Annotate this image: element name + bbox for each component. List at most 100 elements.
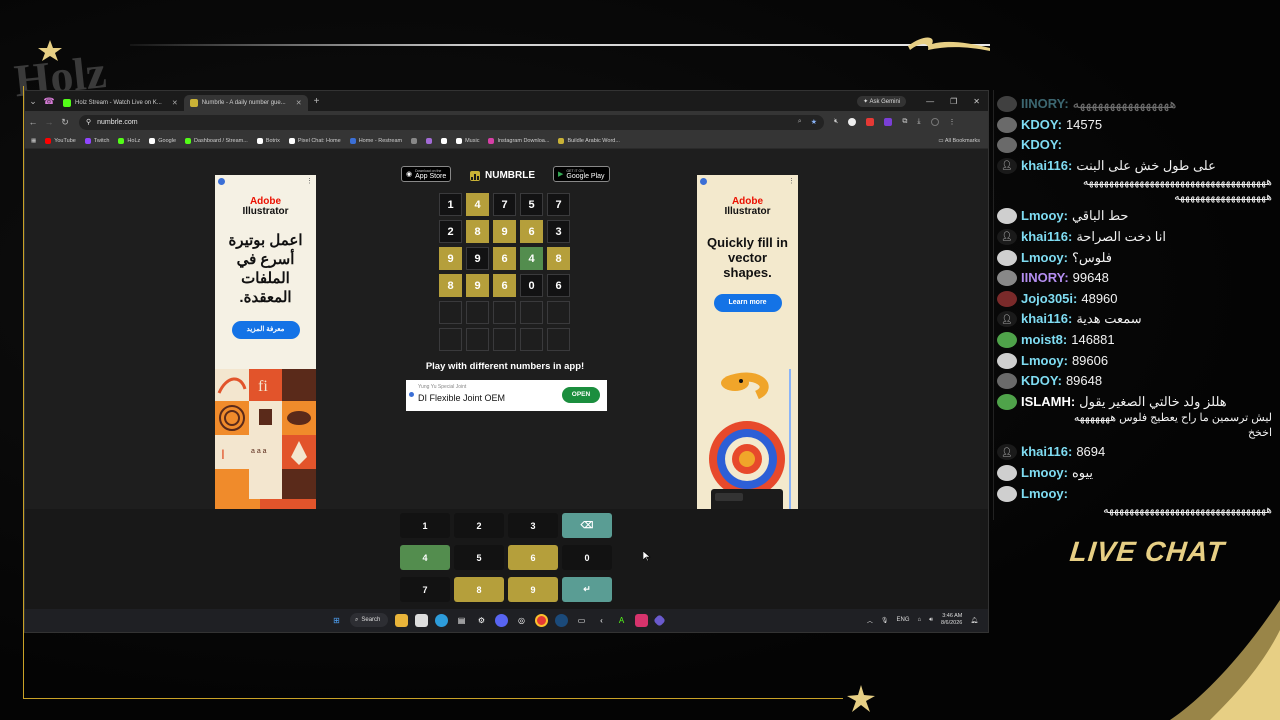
zoom-icon[interactable]: ⌕ bbox=[798, 118, 802, 126]
bookmark-item[interactable]: Music bbox=[456, 137, 479, 144]
ad-learn-more-button[interactable]: معرفة المزيد bbox=[231, 321, 300, 339]
new-tab-button[interactable]: + bbox=[314, 96, 320, 107]
chat-username[interactable]: Lmooy: bbox=[1021, 463, 1068, 482]
key-9[interactable]: 9 bbox=[508, 577, 558, 602]
backspace-key[interactable]: ⌫ bbox=[562, 513, 612, 538]
chat-username[interactable]: KDOY: bbox=[1021, 371, 1062, 390]
chat-username[interactable]: Jojo305i: bbox=[1021, 289, 1077, 308]
close-tab-icon[interactable]: ✕ bbox=[172, 99, 178, 107]
network-icon[interactable]: ⌂ bbox=[918, 617, 922, 623]
file-explorer-icon[interactable] bbox=[395, 613, 408, 627]
bookmark-item[interactable]: Google bbox=[149, 137, 176, 144]
bookmark-item[interactable]: YouTube bbox=[45, 137, 76, 144]
key-5[interactable]: 5 bbox=[454, 545, 504, 570]
ad-menu-icon[interactable]: ⋮ bbox=[788, 177, 795, 185]
ad-info-icon[interactable] bbox=[409, 392, 414, 397]
chat-username[interactable]: ISLAMH: bbox=[1021, 392, 1075, 411]
tray-overflow-icon[interactable]: ︿ bbox=[867, 616, 873, 625]
forward-icon[interactable]: → bbox=[41, 117, 57, 127]
app-icon[interactable]: A bbox=[615, 614, 628, 627]
discord-icon[interactable] bbox=[495, 613, 508, 627]
app-store-badge[interactable]: ◉ Download on the App Store bbox=[401, 166, 452, 182]
chat-username[interactable]: IINORY: bbox=[1021, 268, 1069, 287]
bookmark-star-icon[interactable]: ★ bbox=[811, 118, 817, 126]
key-1[interactable]: 1 bbox=[400, 513, 450, 538]
key-2[interactable]: 2 bbox=[454, 513, 504, 538]
bookmark-item[interactable]: Dashboard / Stream... bbox=[185, 137, 248, 144]
banner-ad[interactable]: Yung Yu Special Joint DI Flexible Joint … bbox=[406, 380, 607, 411]
windows-start-icon[interactable]: ⊞ bbox=[330, 614, 343, 627]
chat-username[interactable]: Lmooy: bbox=[1021, 206, 1068, 225]
reload-icon[interactable]: ↻ bbox=[57, 117, 73, 128]
edge-icon[interactable] bbox=[435, 613, 448, 627]
app-icon[interactable]: ‹ bbox=[595, 614, 608, 627]
chat-username[interactable]: KDOY: bbox=[1021, 135, 1062, 154]
notification-icon[interactable]: 🔔︎ bbox=[970, 617, 978, 624]
ask-gemini-button[interactable]: ✦ Ask Gemini bbox=[857, 95, 907, 107]
steam-icon[interactable] bbox=[555, 613, 568, 627]
all-bookmarks-button[interactable]: ▭ All Bookmarks bbox=[938, 138, 988, 144]
back-icon[interactable]: ← bbox=[25, 117, 41, 127]
chat-username[interactable]: khai116: bbox=[1021, 227, 1072, 246]
bookmark-item[interactable]: Pixel Chat: Home bbox=[288, 137, 341, 144]
address-bar[interactable]: ⚲ numbrle.com ⌕ ★ bbox=[79, 114, 824, 130]
taskbar-search[interactable]: ⌕ Search bbox=[350, 613, 388, 627]
tab-numbrle[interactable]: Numbrle - A daily number gue... ✕ bbox=[183, 94, 308, 111]
key-8[interactable]: 8 bbox=[454, 577, 504, 602]
close-window-icon[interactable]: ✕ bbox=[973, 97, 980, 106]
language-indicator[interactable]: ENG bbox=[897, 617, 910, 623]
profile-avatar[interactable] bbox=[930, 118, 939, 126]
app-icon[interactable]: ▭ bbox=[575, 614, 588, 627]
app-icon[interactable] bbox=[635, 613, 648, 627]
ad-menu-icon[interactable]: ⋮ bbox=[306, 177, 313, 185]
settings-gear-icon[interactable]: ⚙ bbox=[475, 614, 488, 627]
site-info-icon[interactable]: ⚲ bbox=[86, 118, 91, 126]
key-6[interactable]: 6 bbox=[508, 545, 558, 570]
bookmark-item[interactable]: Botrix bbox=[256, 137, 280, 144]
adchoices-icon[interactable] bbox=[218, 178, 225, 185]
restore-icon[interactable]: ❐ bbox=[950, 97, 957, 106]
bookmark-item[interactable]: Instagram Downloa... bbox=[488, 137, 549, 144]
clock[interactable]: 3:46 AM 8/6/2026 bbox=[941, 613, 962, 627]
key-3[interactable]: 3 bbox=[508, 513, 558, 538]
chat-username[interactable]: KDOY: bbox=[1021, 115, 1062, 134]
bookmark-item[interactable]: Home - Restream bbox=[349, 137, 402, 144]
app-icon[interactable]: ▤ bbox=[455, 614, 468, 627]
bookmark-item[interactable]: Twitch bbox=[84, 137, 109, 144]
extension-icon[interactable] bbox=[848, 118, 857, 126]
ad-learn-more-button[interactable]: Learn more bbox=[713, 294, 782, 312]
mute-icon[interactable]: 🔇︎ bbox=[834, 118, 838, 126]
minimize-icon[interactable]: — bbox=[926, 97, 934, 106]
volume-icon[interactable]: 🔊︎ bbox=[929, 617, 933, 624]
chat-username[interactable]: Lmooy: bbox=[1021, 248, 1068, 267]
key-0[interactable]: 0 bbox=[562, 545, 612, 570]
key-7[interactable]: 7 bbox=[400, 577, 450, 602]
chat-username[interactable]: khai116: bbox=[1021, 309, 1072, 328]
store-icon[interactable] bbox=[415, 613, 428, 627]
tab-search-icon[interactable]: ⌄ bbox=[25, 96, 41, 107]
extension-pin-icon[interactable]: ☎ bbox=[41, 96, 57, 107]
bookmark-item[interactable] bbox=[426, 137, 433, 144]
chat-username[interactable]: khai116: bbox=[1021, 156, 1072, 175]
bookmark-item[interactable] bbox=[411, 137, 418, 144]
extension-icon[interactable] bbox=[866, 118, 875, 126]
bookmark-item[interactable]: Buildle Arabic Word... bbox=[558, 137, 620, 144]
adobe-ad-left[interactable]: ⋮ Adobe Illustrator اعمل بوتيرة أسرع في … bbox=[215, 175, 316, 555]
bookmark-item[interactable]: HoLz bbox=[118, 137, 140, 144]
apps-grid-icon[interactable]: ▦ bbox=[31, 138, 36, 144]
bookmark-item[interactable] bbox=[441, 137, 448, 144]
adobe-ad-right[interactable]: ⋮ Adobe Illustrator Quickly fill in vect… bbox=[697, 175, 798, 555]
chat-username[interactable]: khai116: bbox=[1021, 442, 1072, 461]
download-icon[interactable]: ⤓ bbox=[917, 118, 920, 126]
obs-icon[interactable]: ◎ bbox=[515, 614, 528, 627]
microphone-icon[interactable]: 🎙︎ bbox=[881, 617, 889, 624]
numbrle-brand[interactable]: NUMBRLE bbox=[470, 170, 535, 181]
chat-username[interactable]: IINORY: bbox=[1021, 94, 1069, 113]
close-tab-icon[interactable]: ✕ bbox=[296, 99, 302, 107]
chat-username[interactable]: Lmooy: bbox=[1021, 484, 1068, 503]
extension-icon[interactable] bbox=[884, 118, 893, 126]
google-play-badge[interactable]: ▶ GET IT ON Google Play bbox=[553, 166, 610, 182]
chat-username[interactable]: moist8: bbox=[1021, 330, 1067, 349]
menu-icon[interactable]: ⋮ bbox=[949, 118, 956, 126]
chat-username[interactable]: Lmooy: bbox=[1021, 351, 1068, 370]
